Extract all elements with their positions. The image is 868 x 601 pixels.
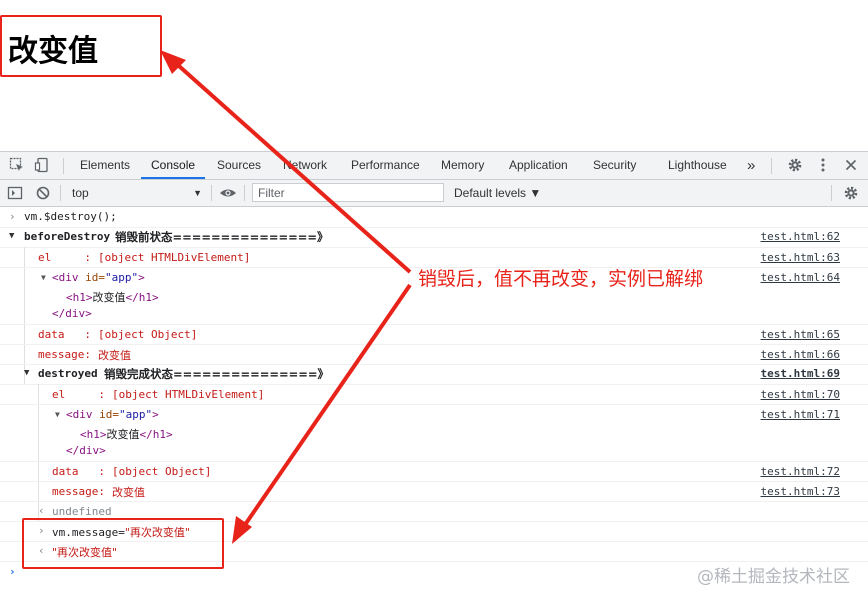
watermark: @稀土掘金技术社区 xyxy=(697,567,850,587)
annotation-text: 销毁后，值不再改变，实例已解绑 xyxy=(418,268,704,290)
arrow-to-command xyxy=(238,283,412,534)
arrow-to-title xyxy=(168,56,412,274)
annotation-arrows xyxy=(160,50,412,544)
